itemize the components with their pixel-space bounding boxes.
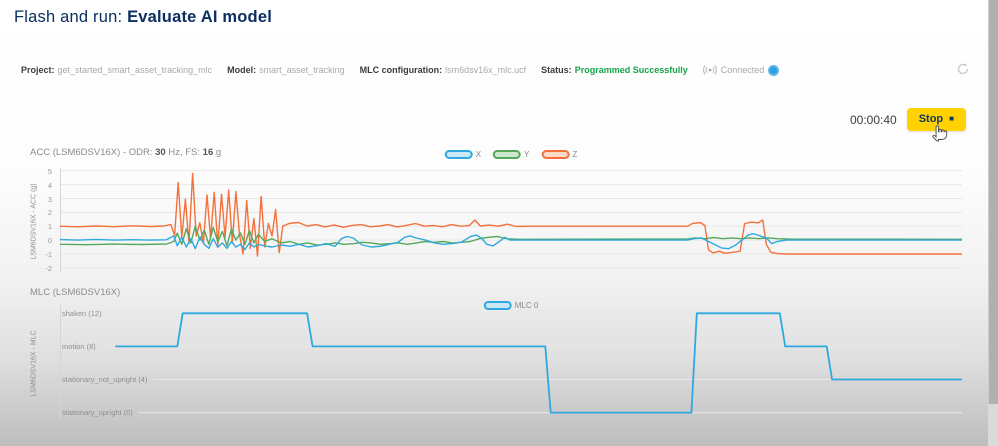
acc-tick-0: 0: [47, 236, 52, 246]
project-label: Project:: [21, 65, 55, 75]
mlc-y-axis-label: LSM6DSV16X - MLC: [30, 330, 38, 397]
status-label: Status:: [541, 65, 572, 75]
legend-item-z[interactable]: Z: [541, 150, 577, 159]
acc-tick-2: 2: [47, 208, 52, 218]
mlc-configuration-label: MLC configuration:: [359, 65, 443, 75]
mlc-tick-stationary-upright-0-: stationary_upright (0): [62, 408, 133, 418]
mlc-configuration-info: MLC configuration: lsm6dsv16x_mlc.ucf: [360, 65, 527, 75]
elapsed-timer: 00:00:40: [849, 112, 897, 127]
mlc-chart-title: MLC (LSM6DSV16X): [30, 287, 121, 298]
mlc-tick-stationary-not-upright-4-: stationary_not_upright (4): [62, 374, 148, 384]
antenna-icon: [702, 65, 717, 75]
project-info: Project: get_started_smart_asset_trackin…: [21, 65, 212, 75]
stop-square-icon: ■: [949, 114, 954, 123]
page-title-emphasis: Evaluate AI model: [127, 8, 272, 26]
connected-label: Connected: [720, 65, 765, 75]
acc-tick-4: 4: [47, 180, 52, 190]
page-title: Flash and run: Evaluate AI model: [14, 8, 272, 26]
legend-item-y[interactable]: Y: [493, 150, 529, 159]
stop-button[interactable]: Stop ■: [906, 108, 966, 131]
connection-indicator: Connected: [702, 64, 780, 76]
acc-tick--1: -1: [45, 249, 52, 259]
acc-chart-legend: X Y Z: [444, 150, 577, 159]
acc-tick--2: -2: [45, 263, 52, 273]
run-controls: 00:00:40 Stop ■: [0, 108, 966, 131]
refresh-icon[interactable]: [956, 62, 970, 81]
acc-tick-3: 3: [47, 194, 52, 204]
stop-button-label: Stop: [918, 113, 944, 125]
mlc-chart-plot[interactable]: shaken (12) motion (8) stationary_not_upri…: [60, 305, 962, 420]
acc-y-axis-ticks: 5 4 3 2 1 0 -1 -2: [0, 166, 56, 273]
status-value: Programmed Successfully: [574, 65, 688, 75]
acc-tick-1: 1: [47, 222, 52, 232]
scrollbar-thumb[interactable]: [988, 0, 998, 404]
status-info: Status: Programmed Successfully: [541, 65, 688, 75]
flash-and-run-page: { "page": { "title_prefix": "Flash and r…: [0, 0, 998, 446]
configuration-info-bar: Project: get_started_smart_asset_trackin…: [21, 64, 780, 76]
mlc-tick-motion-8-: motion (8): [62, 341, 96, 351]
mlc-configuration-value: lsm6dsv16x_mlc.ucf: [445, 65, 527, 75]
model-value: smart_asset_tracking: [259, 65, 345, 75]
vertical-scrollbar[interactable]: [988, 0, 998, 446]
legend-item-x[interactable]: X: [444, 150, 481, 159]
acc-chart-plot[interactable]: [60, 168, 962, 272]
mlc-tick-shaken-12-: shaken (12): [62, 308, 102, 318]
project-value: get_started_smart_asset_tracking_mlc: [57, 65, 213, 75]
connection-toggle[interactable]: [768, 64, 780, 76]
acc-tick-5: 5: [47, 166, 52, 176]
model-label: Model:: [227, 65, 257, 75]
model-info: Model: smart_asset_tracking: [227, 65, 345, 75]
acc-chart-title: ACC (LSM6DSV16X) - ODR: 30 Hz, FS: 16 g: [30, 147, 222, 158]
